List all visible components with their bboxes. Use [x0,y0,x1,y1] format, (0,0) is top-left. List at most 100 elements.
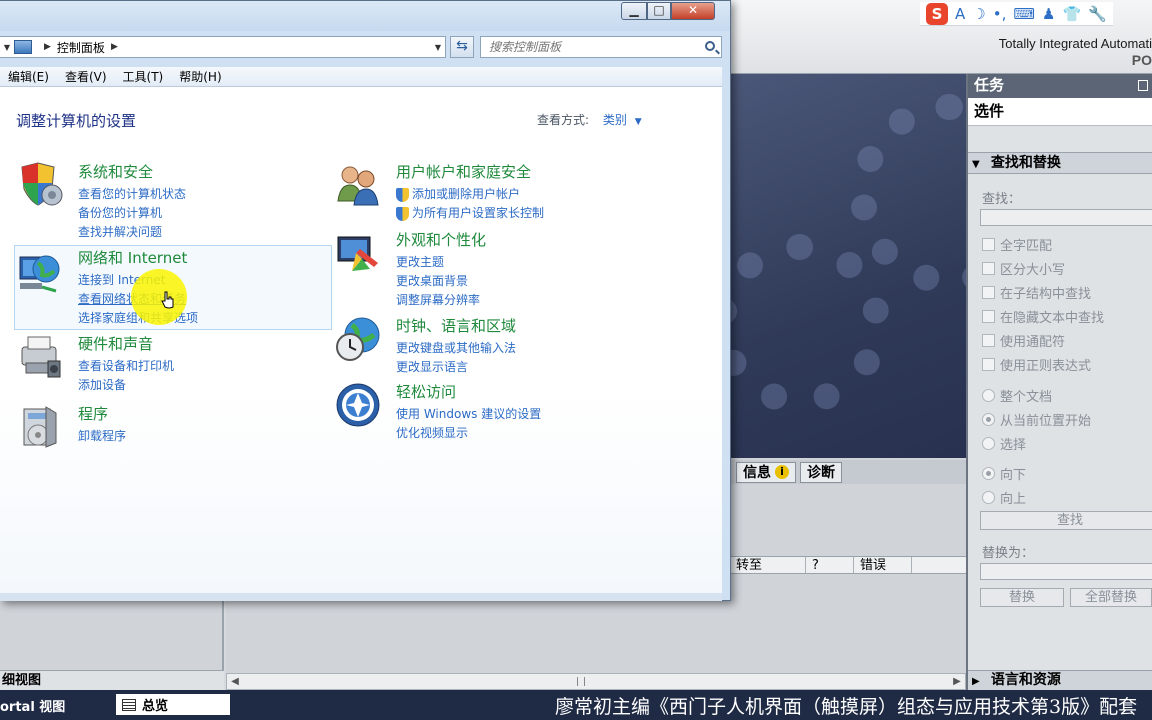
checkbox-box[interactable] [982,309,995,323]
category-title[interactable]: 轻松访问 [396,381,456,402]
close-button[interactable]: ✕ [671,2,715,20]
ime-mode-icon[interactable]: A [955,3,965,25]
languages-resources-header[interactable]: ▶ 语言和资源 [968,670,1152,690]
appearance-icon[interactable] [334,229,382,277]
link-label[interactable]: 为所有用户设置家长控制 [412,204,544,223]
category-title[interactable]: 硬件和声音 [78,333,153,354]
search-icon[interactable] [705,41,715,51]
radio-selection[interactable]: 选择 [968,431,1152,455]
category-title[interactable]: 网络和 Internet [78,247,187,268]
menu-tools[interactable]: 工具(T) [115,67,172,86]
checkbox-substructures[interactable]: 在子结构中查找 [968,280,1152,304]
checkbox-whole-word[interactable]: 全字匹配 [968,232,1152,256]
checkbox-match-case[interactable]: 区分大小写 [968,256,1152,280]
checkbox-box[interactable] [982,261,995,275]
find-replace-header[interactable]: ▼ 查找和替换 [968,152,1152,174]
checkbox-box[interactable] [982,237,995,251]
category-title[interactable]: 系统和安全 [78,161,153,182]
radio-circle[interactable] [982,388,995,402]
clock-language-icon[interactable] [334,315,382,363]
chevron-down-icon[interactable]: ▼ [635,117,642,127]
keyboard-icon[interactable]: ⌨ [1013,3,1035,25]
scroll-right-icon[interactable]: ▶ [949,674,965,689]
chevron-down-icon[interactable]: ▼ [0,43,14,52]
checkbox-box[interactable] [982,357,995,371]
tab-info[interactable]: 信息 i [736,461,796,483]
link-screen-resolution[interactable]: 调整屏幕分辨率 [396,291,480,310]
link-display-language[interactable]: 更改显示语言 [396,358,516,377]
radio-circle[interactable] [982,466,995,480]
link-add-device[interactable]: 添加设备 [78,376,174,395]
scroll-left-icon[interactable]: ◀ [227,674,243,689]
minimize-button[interactable]: ▁ [621,2,647,20]
find-button[interactable]: 查找 [980,511,1152,530]
link-label[interactable]: 添加或删除用户帐户 [412,185,520,204]
checkbox-box[interactable] [982,333,995,347]
category-title[interactable]: 时钟、语言和区域 [396,315,516,336]
search-input[interactable] [481,37,691,57]
checkbox-hidden-text[interactable]: 在隐藏文本中查找 [968,304,1152,328]
ime-toolbar[interactable]: S A ☽ •, ⌨ ♟ 👕 🔧 [920,2,1113,26]
column-help[interactable]: ? [806,557,854,573]
control-panel-title-bar[interactable]: ▁ □ ✕ [0,1,730,31]
breadcrumb-control-panel[interactable]: 控制面板 [57,39,105,56]
menu-edit[interactable]: 编辑(E) [0,67,57,86]
link-change-theme[interactable]: 更改主题 [396,253,480,272]
link-recommended-settings[interactable]: 使用 Windows 建议的设置 [396,405,541,424]
network-internet-icon[interactable] [16,247,64,295]
moon-icon[interactable]: ☽ [972,3,985,25]
link-desktop-background[interactable]: 更改桌面背景 [396,272,480,291]
category-title[interactable]: 用户帐户和家庭安全 [396,161,531,182]
breadcrumb-arrow-icon[interactable]: ▶ [111,42,118,52]
view-by-dropdown[interactable]: 类别 [603,113,627,127]
wrench-icon[interactable]: 🔧 [1088,3,1107,25]
radio-whole-document[interactable]: 整个文档 [968,383,1152,407]
overview-tab[interactable]: 总览 [116,694,230,715]
address-bar[interactable]: ▼ ▶ 控制面板 ▶ ▼ [0,36,446,58]
link-change-keyboard[interactable]: 更改键盘或其他输入法 [396,339,516,358]
radio-circle[interactable] [982,436,995,450]
system-security-icon[interactable] [16,161,64,209]
radio-from-current[interactable]: 从当前位置开始 [968,407,1152,431]
radio-circle[interactable] [982,412,995,426]
checkbox-wildcards[interactable]: 使用通配符 [968,328,1152,352]
punctuation-icon[interactable]: •, [993,3,1007,25]
replace-all-button[interactable]: 全部替换 [1069,588,1152,607]
menu-view[interactable]: 查看(V) [57,67,115,86]
column-error[interactable]: 错误 [854,557,912,573]
hardware-sound-icon[interactable] [16,333,64,381]
ease-of-access-icon[interactable] [334,381,382,429]
radio-up[interactable]: 向上 [968,485,1152,509]
column-goto[interactable]: 转至 [730,557,806,573]
link-view-computer-status[interactable]: 查看您的计算机状态 [78,185,186,204]
link-devices-printers[interactable]: 查看设备和打印机 [78,357,174,376]
link-troubleshoot[interactable]: 查找并解决问题 [78,223,186,242]
programs-icon[interactable] [16,403,64,451]
radio-down[interactable]: 向下 [968,461,1152,485]
link-optimize-video[interactable]: 优化视频显示 [396,424,541,443]
breadcrumb-arrow-icon[interactable]: ▶ [44,42,51,52]
sogou-logo-icon[interactable]: S [926,2,948,25]
radio-circle[interactable] [982,490,995,504]
checkbox-regex[interactable]: 使用正则表达式 [968,352,1152,376]
link-add-remove-users[interactable]: 添加或删除用户帐户 [396,185,544,204]
options-header[interactable]: 选件 [968,98,1152,126]
link-backup-computer[interactable]: 备份您的计算机 [78,204,186,223]
tab-diagnostics[interactable]: 诊断 [800,461,842,483]
refresh-button[interactable]: ⇆ [450,36,474,58]
link-parental-controls[interactable]: 为所有用户设置家长控制 [396,204,544,223]
link-uninstall-program[interactable]: 卸载程序 [78,427,126,446]
user-icon[interactable]: ♟ [1042,3,1055,25]
category-title[interactable]: 程序 [78,403,108,424]
menu-help[interactable]: 帮助(H) [171,67,229,86]
portal-view-button[interactable]: ortal 视图 [0,696,65,715]
shirt-icon[interactable]: 👕 [1062,3,1081,25]
replace-button[interactable]: 替换 [980,588,1064,607]
maximize-button[interactable]: □ [647,2,671,20]
category-title[interactable]: 外观和个性化 [396,229,486,250]
address-dropdown-icon[interactable]: ▼ [435,43,441,52]
find-input[interactable] [980,209,1152,226]
user-accounts-icon[interactable] [334,161,382,209]
pin-icon[interactable] [1138,80,1148,91]
detail-view-header[interactable]: 细视图 [0,670,224,690]
